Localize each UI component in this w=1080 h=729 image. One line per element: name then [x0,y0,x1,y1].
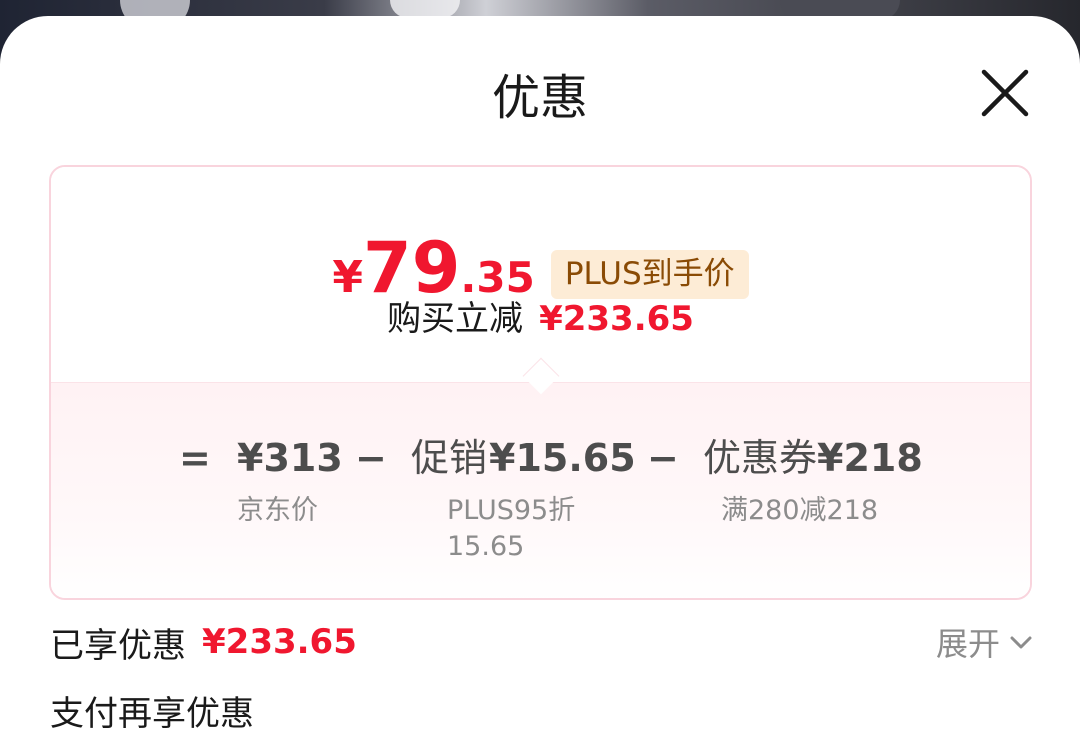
price-formula: = ¥313 − 促销 ¥15.65 − 优惠券 ¥218 [51,433,1030,483]
promo-label: 促销 [411,436,488,480]
minus-sign: − [355,436,387,480]
enjoyed-label: 已享优惠 [50,625,186,666]
expand-button[interactable]: 展开 [936,620,1034,664]
equals-sign: = [179,436,211,480]
plus-price-tag: PLUS到手价 [550,249,749,299]
coupon-note: 满280减218 [721,495,879,526]
price-breakdown-card: ¥ 79 .35 PLUS到手价 购买立减 ¥233.65 = ¥313 − 促… [49,165,1032,600]
card-formula-panel [51,382,1030,598]
price-integer: 79 [363,227,461,309]
minus-sign: − [647,436,679,480]
enjoyed-discount-row: 已享优惠 ¥233.65 展开 [50,620,1034,666]
price-decimal: .35 [460,253,535,302]
coupon-amount: ¥218 [817,436,923,480]
promo-amount: ¥15.65 [489,436,636,480]
promo-note-line2: 15.65 [447,531,525,562]
saving-label: 购买立减 [387,299,524,339]
base-price-note: 京东价 [237,495,318,526]
sheet-title: 优惠 [491,70,588,126]
promo-note-line1: PLUS95折 [447,495,576,526]
discount-sheet: 优惠 ¥ 79 .35 PLUS到手价 购买立减 ¥233.65 = ¥313 … [0,16,1080,729]
final-price: ¥ 79 .35 [332,233,534,303]
pay-more-discount-label: 支付再享优惠 [50,694,254,729]
close-button[interactable] [976,66,1032,122]
final-price-row: ¥ 79 .35 PLUS到手价 [51,233,1030,303]
expand-label: 展开 [935,625,1000,663]
saving-amount: ¥233.65 [539,299,694,339]
base-price: ¥313 [237,436,343,480]
saving-row: 购买立减 ¥233.65 [51,299,1030,340]
coupon-label: 优惠券 [703,436,818,480]
chevron-down-icon [1010,636,1032,649]
enjoyed-amount: ¥233.65 [202,622,357,662]
close-icon [981,69,1029,117]
currency-symbol: ¥ [332,252,363,303]
